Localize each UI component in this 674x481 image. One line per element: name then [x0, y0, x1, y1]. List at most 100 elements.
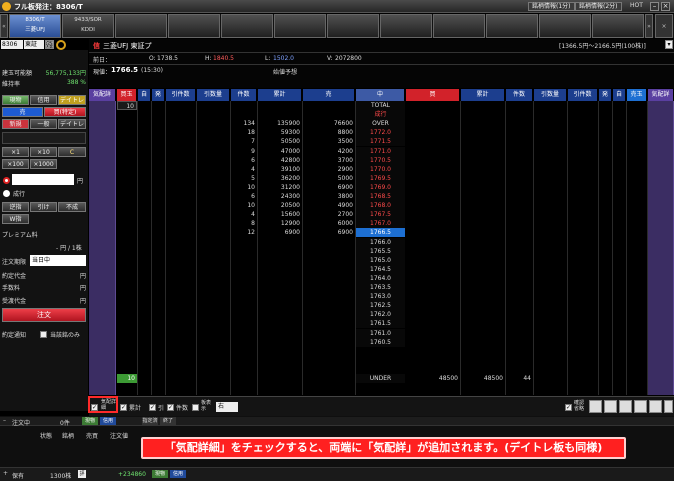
sell-price[interactable]: 1772.0	[356, 128, 405, 138]
tab-symbol-9[interactable]	[433, 14, 485, 38]
tab-symbol-11[interactable]	[539, 14, 591, 38]
sell-price[interactable]: 1767.5	[356, 210, 405, 220]
header-2[interactable]: 自	[138, 89, 151, 101]
tab-symbol-12[interactable]	[592, 14, 644, 38]
x1000-button[interactable]: ×1000	[30, 159, 57, 169]
header-17[interactable]: 売玉	[627, 89, 647, 101]
price-input[interactable]	[12, 174, 74, 185]
minimize-icon[interactable]: –	[650, 2, 659, 11]
dropdown-icon[interactable]: ▾	[665, 40, 673, 49]
tab-symbol-8[interactable]	[380, 14, 432, 38]
board-display-select[interactable]: 右	[216, 402, 238, 412]
search-icon[interactable]	[56, 40, 66, 50]
stop-button[interactable]: 逆指	[2, 202, 29, 212]
sell-price[interactable]: 1769.5	[356, 173, 405, 183]
tab-symbol-7[interactable]	[327, 14, 379, 38]
holdings-spot-tab[interactable]: 現物	[152, 470, 168, 478]
sell-price[interactable]: 1768.0	[356, 201, 405, 211]
sell-price[interactable]: 1769.0	[356, 182, 405, 192]
tool-4-icon[interactable]	[634, 400, 647, 413]
footer-plus-icon[interactable]: +	[3, 470, 8, 477]
sell-price[interactable]: 1770.5	[356, 155, 405, 165]
stock-info-2-button[interactable]: 銘柄情報(2分)	[575, 2, 622, 11]
market-radio[interactable]	[3, 190, 10, 197]
buy-price[interactable]: 1761.5	[356, 319, 405, 329]
cumulative-checkbox[interactable]: ✓	[120, 404, 127, 411]
tab-scroll-right-icon[interactable]: »	[645, 14, 653, 38]
buy-price[interactable]: 1764.0	[356, 273, 405, 283]
tool-1-icon[interactable]	[589, 400, 602, 413]
buy-price[interactable]: 1765.5	[356, 246, 405, 256]
header-15[interactable]: 発	[599, 89, 612, 101]
tab-scroll-left-icon[interactable]: «	[0, 14, 8, 38]
sell-price[interactable]: 1768.5	[356, 192, 405, 202]
sell-button[interactable]: 売	[2, 107, 43, 117]
close-checkbox[interactable]: ✓	[149, 404, 156, 411]
buy-price[interactable]: 1766.0	[356, 237, 405, 247]
tab-symbol-3[interactable]	[115, 14, 167, 38]
buy-price[interactable]: 1762.5	[356, 301, 405, 311]
tab-symbol-5[interactable]	[221, 14, 273, 38]
notify-checkbox[interactable]	[40, 331, 47, 338]
tool-3-icon[interactable]	[619, 400, 632, 413]
footer-done-tab[interactable]: 終了	[160, 417, 176, 425]
x1-button[interactable]: ×1	[2, 147, 29, 157]
close-icon[interactable]: ×	[661, 2, 670, 11]
buy-price[interactable]: 1760.5	[356, 337, 405, 347]
buy-price[interactable]: 1764.5	[356, 264, 405, 274]
limit-radio[interactable]	[3, 177, 10, 184]
tab-symbol-6[interactable]	[274, 14, 326, 38]
header-7[interactable]: 累計	[258, 89, 302, 101]
tab-symbol-4[interactable]	[168, 14, 220, 38]
footer-minus-icon[interactable]: –	[3, 417, 6, 424]
footer-specified-tab[interactable]: 指定済	[142, 417, 158, 425]
new-order-button[interactable]: 新規	[2, 119, 29, 129]
submit-order-button[interactable]: 注文	[2, 308, 86, 322]
header-13[interactable]: 引数量	[534, 89, 567, 101]
header-6[interactable]: 件数	[231, 89, 257, 101]
tab-symbol-1[interactable]: 8306/T 三菱UFJ	[9, 14, 61, 38]
holdings-margin-tab[interactable]: 信用	[170, 470, 186, 478]
header-11[interactable]: 累計	[461, 89, 505, 101]
stock-info-1-button[interactable]: 銘柄情報(1分)	[528, 2, 575, 11]
daytrade-button[interactable]: デイトレ	[58, 119, 86, 129]
sell-price[interactable]: 1771.5	[356, 137, 405, 147]
sor-toggle-button[interactable]: SOR OFF	[45, 40, 54, 49]
header-18[interactable]: 気配詳	[648, 89, 674, 101]
sell-price[interactable]: 1770.0	[356, 164, 405, 174]
tool-2-icon[interactable]	[604, 400, 617, 413]
header-3[interactable]: 発	[152, 89, 165, 101]
buy-button[interactable]: 買(特定)	[44, 107, 86, 117]
header-1[interactable]: 買玉	[117, 89, 137, 101]
header-10[interactable]: 買	[406, 89, 460, 101]
tab-margin[interactable]: 信用	[30, 95, 57, 105]
count-checkbox[interactable]: ✓	[167, 404, 174, 411]
confirm-skip-checkbox[interactable]: ✓	[565, 404, 572, 411]
under-row[interactable]: UNDER	[356, 374, 405, 384]
x10-button[interactable]: ×10	[30, 147, 57, 157]
header-0[interactable]: 気配詳	[89, 89, 116, 101]
market-order-row[interactable]: 成行	[356, 110, 405, 120]
buy-price[interactable]: 1765.0	[356, 255, 405, 265]
buy-price[interactable]: 1761.0	[356, 328, 405, 338]
market-select[interactable]: 東証	[24, 40, 44, 49]
footer-spot-tab[interactable]: 現物	[82, 417, 98, 425]
footer-margin-tab[interactable]: 信用	[100, 417, 116, 425]
sell-price[interactable]: 1771.0	[356, 146, 405, 156]
tab-daytrade[interactable]: デイトレ	[58, 95, 86, 105]
tab-symbol-10[interactable]	[486, 14, 538, 38]
buy-price[interactable]: 1763.5	[356, 283, 405, 293]
board-display-checkbox[interactable]	[192, 404, 199, 411]
over-row[interactable]: OVER	[356, 119, 405, 129]
total-row[interactable]: TOTAL	[356, 101, 405, 111]
header-5[interactable]: 引数量	[197, 89, 230, 101]
general-button[interactable]: 一般	[30, 119, 57, 129]
x100-button[interactable]: ×100	[2, 159, 29, 169]
buy-price[interactable]: 1762.0	[356, 310, 405, 320]
tool-6-icon[interactable]	[664, 400, 673, 413]
close-order-button[interactable]: 引け	[30, 202, 57, 212]
header-12[interactable]: 件数	[506, 89, 533, 101]
header-4[interactable]: 引件数	[166, 89, 196, 101]
symbol-code-input[interactable]: 8306	[1, 40, 23, 49]
funari-button[interactable]: 不成	[58, 202, 86, 212]
